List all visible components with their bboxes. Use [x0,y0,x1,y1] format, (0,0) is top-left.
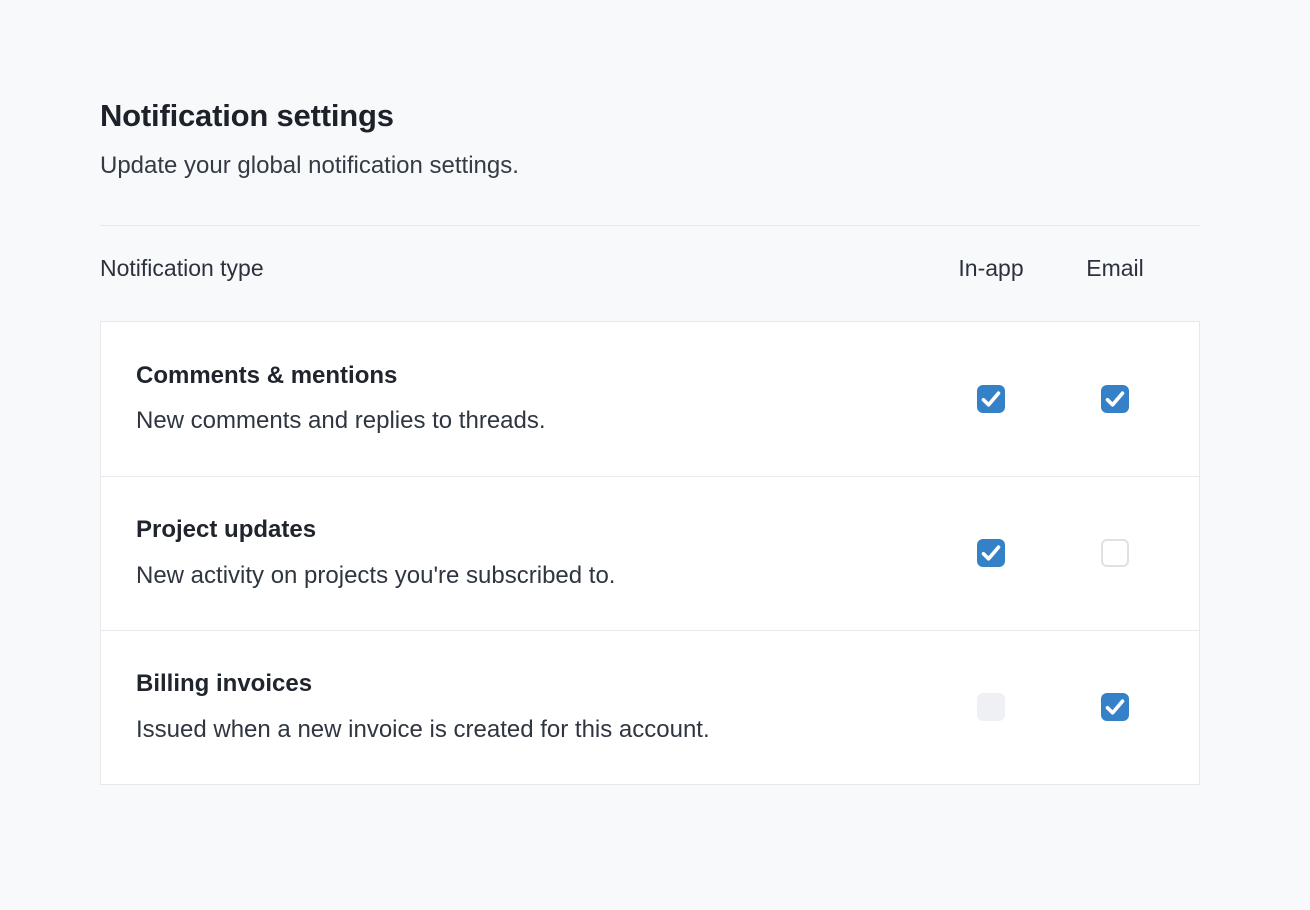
table-row-billing-invoices: Billing invoices Issued when a new invoi… [101,630,1199,784]
in-app-cell [929,693,1053,721]
checkbox-billing-in-app [977,693,1005,721]
row-text: Comments & mentions New comments and rep… [136,362,929,437]
row-description: New comments and replies to threads. [136,406,929,436]
divider [100,225,1200,226]
email-cell [1053,693,1177,721]
page-subtitle: Update your global notification settings… [100,150,1200,181]
table-row-comments-mentions: Comments & mentions New comments and rep… [101,322,1199,476]
check-icon [1101,693,1129,721]
checkbox-comments-in-app[interactable] [977,385,1005,413]
column-header-email: Email [1053,255,1177,282]
checkbox-comments-email[interactable] [1101,385,1129,413]
row-title: Comments & mentions [136,362,929,391]
notification-table: Comments & mentions New comments and rep… [100,321,1200,785]
check-icon [977,385,1005,413]
table-header: Notification type In-app Email [100,255,1200,282]
checkbox-projects-in-app[interactable] [977,539,1005,567]
email-cell [1053,539,1177,567]
notification-settings-page: Notification settings Update your global… [100,0,1200,785]
row-title: Billing invoices [136,670,929,699]
checkbox-billing-email[interactable] [1101,693,1129,721]
table-row-project-updates: Project updates New activity on projects… [101,476,1199,630]
row-description: Issued when a new invoice is created for… [136,715,929,745]
column-header-notification-type: Notification type [100,255,929,282]
column-header-in-app: In-app [929,255,1053,282]
row-text: Project updates New activity on projects… [136,516,929,591]
row-text: Billing invoices Issued when a new invoi… [136,670,929,745]
row-description: New activity on projects you're subscrib… [136,561,929,591]
check-icon [1101,385,1129,413]
check-icon [977,539,1005,567]
in-app-cell [929,385,1053,413]
page-title: Notification settings [100,97,1200,136]
email-cell [1053,385,1177,413]
checkbox-projects-email[interactable] [1101,539,1129,567]
row-title: Project updates [136,516,929,545]
in-app-cell [929,539,1053,567]
